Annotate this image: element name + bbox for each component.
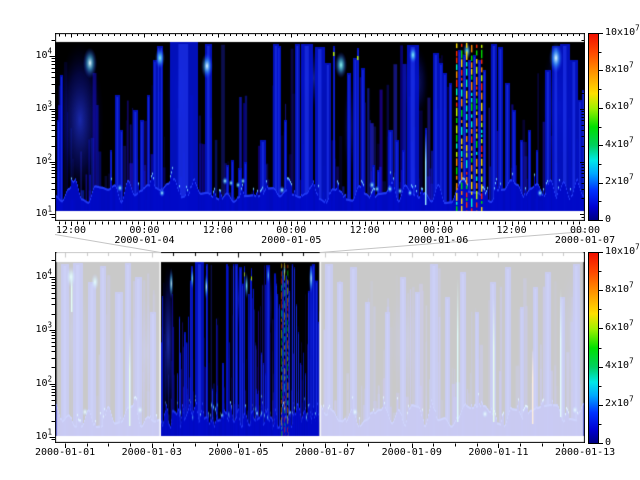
colorbar-tick-label: 2x107: [605, 398, 634, 409]
y-tick-label: 103: [18, 324, 52, 335]
x-tick-label: 2000-01-01: [35, 447, 95, 458]
colorbar-tick-label: 0: [605, 437, 611, 448]
colorbar-detail: [588, 33, 599, 221]
x-tick-label: 2000-01-13: [555, 447, 615, 458]
colorbar-tick-label: 8x107: [605, 284, 634, 295]
x-date-label: 2000-01-07: [550, 235, 620, 246]
colorbar-tick-label: 0: [605, 214, 611, 225]
selection-region[interactable]: [161, 252, 320, 443]
x-tick-label: 2000-01-07: [295, 447, 355, 458]
colorbar-tick-label: 10x107: [605, 246, 640, 257]
colorbar-tick-label: 6x107: [605, 101, 634, 112]
y-tick-label: 104: [18, 50, 52, 61]
colorbar-tick-label: 2x107: [605, 176, 634, 187]
x-tick-label: 2000-01-05: [208, 447, 268, 458]
spectrogram-figure: 12:0000:002000-01-0412:0000:002000-01-05…: [0, 0, 640, 480]
detail-spectrogram-canvas: [55, 33, 585, 221]
colorbar-tick-label: 4x107: [605, 360, 634, 371]
colorbar-context: [588, 252, 599, 444]
colorbar-tick-label: 4x107: [605, 139, 634, 150]
x-tick-label: 2000-01-03: [122, 447, 182, 458]
y-tick-label: 102: [18, 378, 52, 389]
y-tick-label: 103: [18, 103, 52, 114]
y-tick-label: 101: [18, 431, 52, 442]
x-tick-label: 12:00: [41, 225, 101, 236]
x-tick-label: 12:00: [188, 225, 248, 236]
context-spectrogram-canvas[interactable]: [55, 252, 585, 443]
x-tick-label: 2000-01-09: [382, 447, 442, 458]
x-date-label: 2000-01-05: [256, 235, 326, 246]
x-date-label: 2000-01-06: [403, 235, 473, 246]
x-tick-label: 2000-01-11: [468, 447, 528, 458]
y-tick-label: 104: [18, 271, 52, 282]
x-date-label: 2000-01-04: [109, 235, 179, 246]
colorbar-tick-label: 10x107: [605, 27, 640, 38]
colorbar-tick-label: 6x107: [605, 322, 634, 333]
y-tick-label: 101: [18, 208, 52, 219]
colorbar-tick-label: 8x107: [605, 64, 634, 75]
x-tick-label: 12:00: [482, 225, 542, 236]
x-tick-label: 12:00: [335, 225, 395, 236]
y-tick-label: 102: [18, 156, 52, 167]
